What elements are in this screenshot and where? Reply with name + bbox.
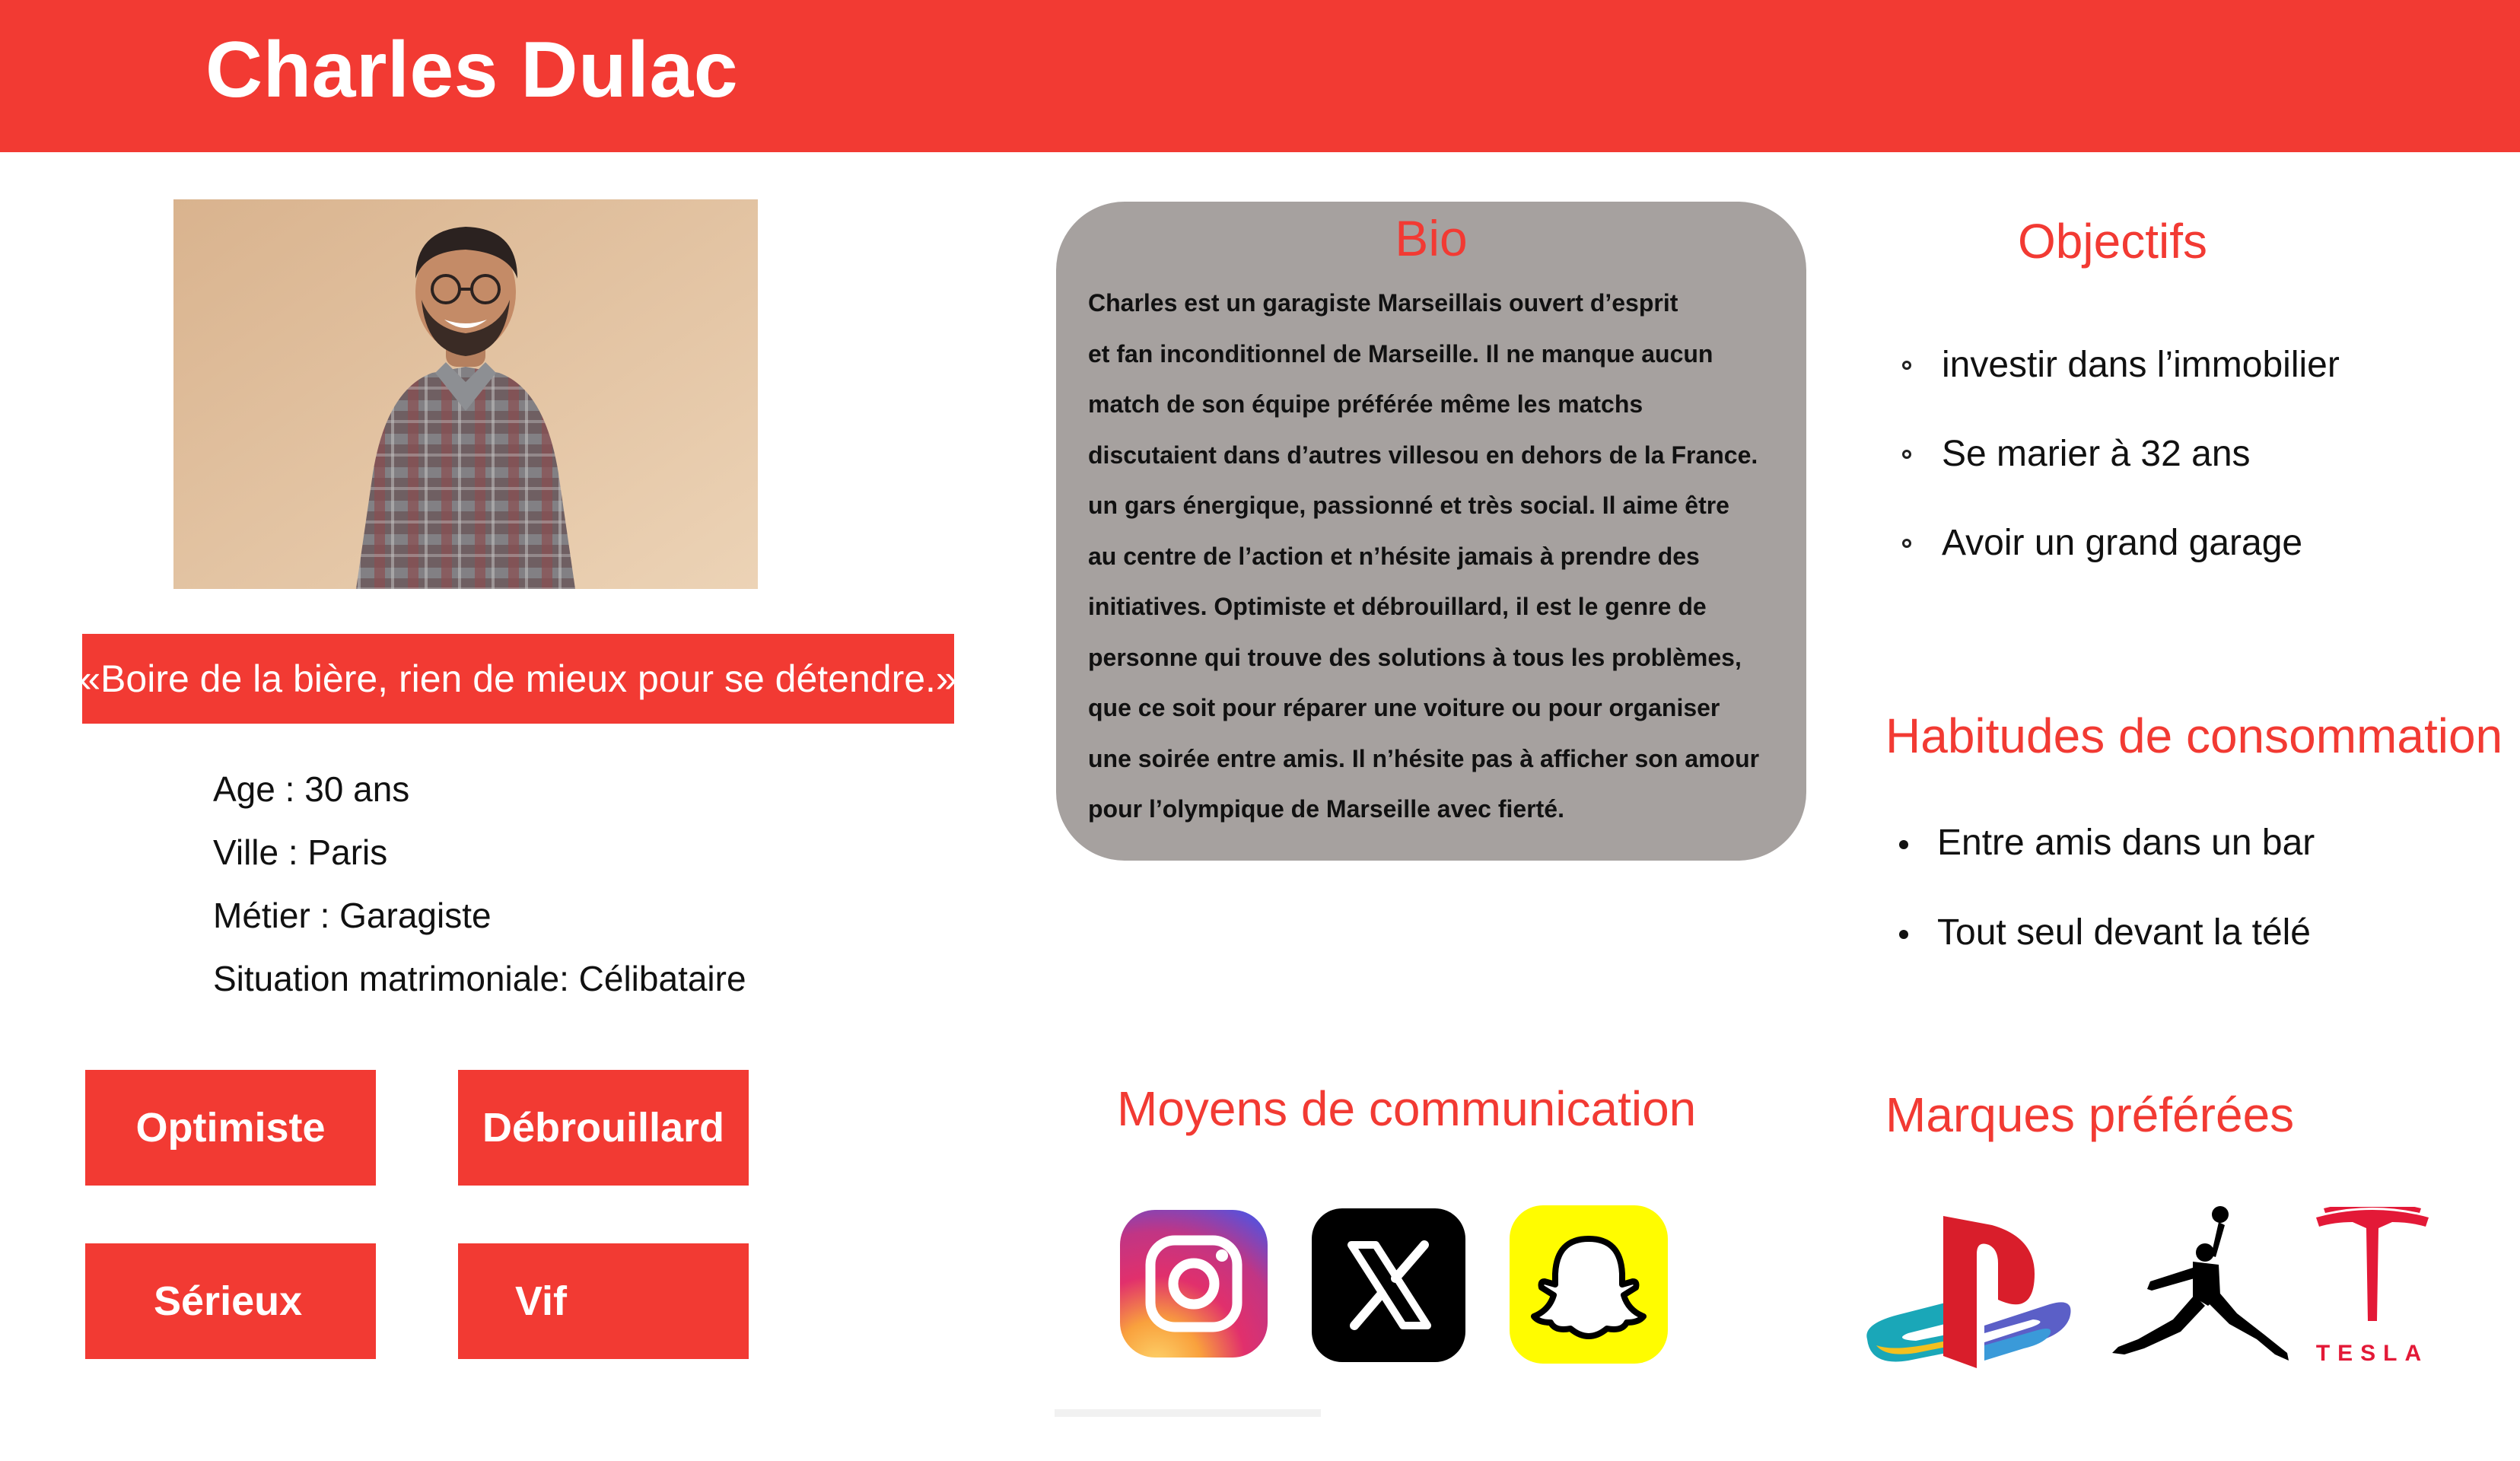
bio-line: Charles est un garagiste Marseillais ouv… bbox=[1088, 289, 1678, 317]
bio-line: personne qui trouve des solutions à tous… bbox=[1088, 643, 1742, 671]
trait-debrouillard: Débrouillard bbox=[458, 1070, 749, 1186]
info-age: Age : 30 ans bbox=[213, 769, 410, 809]
trait-label: Optimiste bbox=[135, 1105, 326, 1151]
jordan-jumpman-logo bbox=[2108, 1205, 2295, 1374]
playstation-logo bbox=[1863, 1211, 2073, 1376]
snapchat-icon[interactable] bbox=[1510, 1205, 1668, 1364]
trait-vif: Vif bbox=[458, 1243, 749, 1359]
persona-photo-illustration bbox=[173, 199, 758, 589]
objectif-item: investir dans l’immobilier bbox=[1942, 345, 2340, 385]
quote-banner: «Boire de la bière, rien de mieux pour s… bbox=[79, 634, 957, 724]
marques-title: Marques préférées bbox=[1885, 1087, 2295, 1142]
info-city: Ville : Paris bbox=[213, 832, 388, 872]
bio-line: au centre de l’action et n’hésite jamais… bbox=[1088, 542, 1700, 570]
bio-title: Bio bbox=[1395, 210, 1468, 266]
solid-bullet-icon bbox=[1899, 840, 1908, 849]
habitudes-title: Habitudes de consommation bbox=[1885, 708, 2503, 763]
solid-bullet-icon bbox=[1899, 930, 1908, 939]
tesla-wordmark: TESLA bbox=[2315, 1341, 2429, 1366]
habitude-item: Tout seul devant la télé bbox=[1937, 912, 2311, 953]
info-job: Métier : Garagiste bbox=[213, 896, 492, 935]
bio-line: et fan inconditionnel de Marseille. Il n… bbox=[1088, 339, 1713, 368]
tesla-logo: TESLA bbox=[2313, 1202, 2432, 1374]
bio-text: Charles est un garagiste Marseillais ouv… bbox=[1088, 278, 1796, 835]
trait-label: Vif bbox=[515, 1278, 568, 1324]
trait-optimiste: Optimiste bbox=[85, 1070, 376, 1186]
communication-title: Moyens de communication bbox=[1117, 1081, 1697, 1136]
persona-quote: «Boire de la bière, rien de mieux pour s… bbox=[79, 657, 957, 700]
bio-line: initiatives. Optimiste et débrouillard, … bbox=[1088, 593, 1707, 620]
objectif-item: Avoir un grand garage bbox=[1942, 523, 2303, 563]
x-icon[interactable] bbox=[1312, 1208, 1465, 1362]
bio-line: match de son équipe préférée même les ma… bbox=[1088, 390, 1643, 418]
bio-line: discutaient dans d’autres villesou en de… bbox=[1088, 441, 1758, 469]
bio-line: pour l’olympique de Marseille avec fiert… bbox=[1088, 795, 1564, 823]
bio-line: une soirée entre amis. Il n’hésite pas à… bbox=[1088, 744, 1760, 772]
instagram-icon[interactable] bbox=[1120, 1210, 1268, 1358]
persona-photo bbox=[173, 199, 758, 589]
habitude-item: Entre amis dans un bar bbox=[1937, 823, 2315, 863]
info-marital-status: Situation matrimoniale: Célibataire bbox=[213, 959, 746, 998]
trait-label: Débrouillard bbox=[482, 1105, 725, 1151]
hollow-bullet-icon bbox=[1902, 361, 1911, 370]
hollow-bullet-icon bbox=[1902, 539, 1911, 548]
trait-label: Sérieux bbox=[154, 1278, 303, 1324]
bio-card: Bio Charles est un garagiste Marseillais… bbox=[1056, 202, 1806, 861]
objectif-item: Se marier à 32 ans bbox=[1942, 434, 2251, 474]
hollow-bullet-icon bbox=[1902, 450, 1911, 459]
bio-line: que ce soit pour réparer une voiture ou … bbox=[1088, 694, 1720, 721]
trait-serieux: Sérieux bbox=[85, 1243, 376, 1359]
bio-line: un gars énergique, passionné et très soc… bbox=[1088, 492, 1729, 519]
divider bbox=[1055, 1409, 1321, 1417]
persona-name: Charles Dulac bbox=[205, 26, 739, 114]
header-banner: Charles Dulac bbox=[0, 0, 2520, 152]
objectifs-title: Objectifs bbox=[2018, 214, 2207, 269]
